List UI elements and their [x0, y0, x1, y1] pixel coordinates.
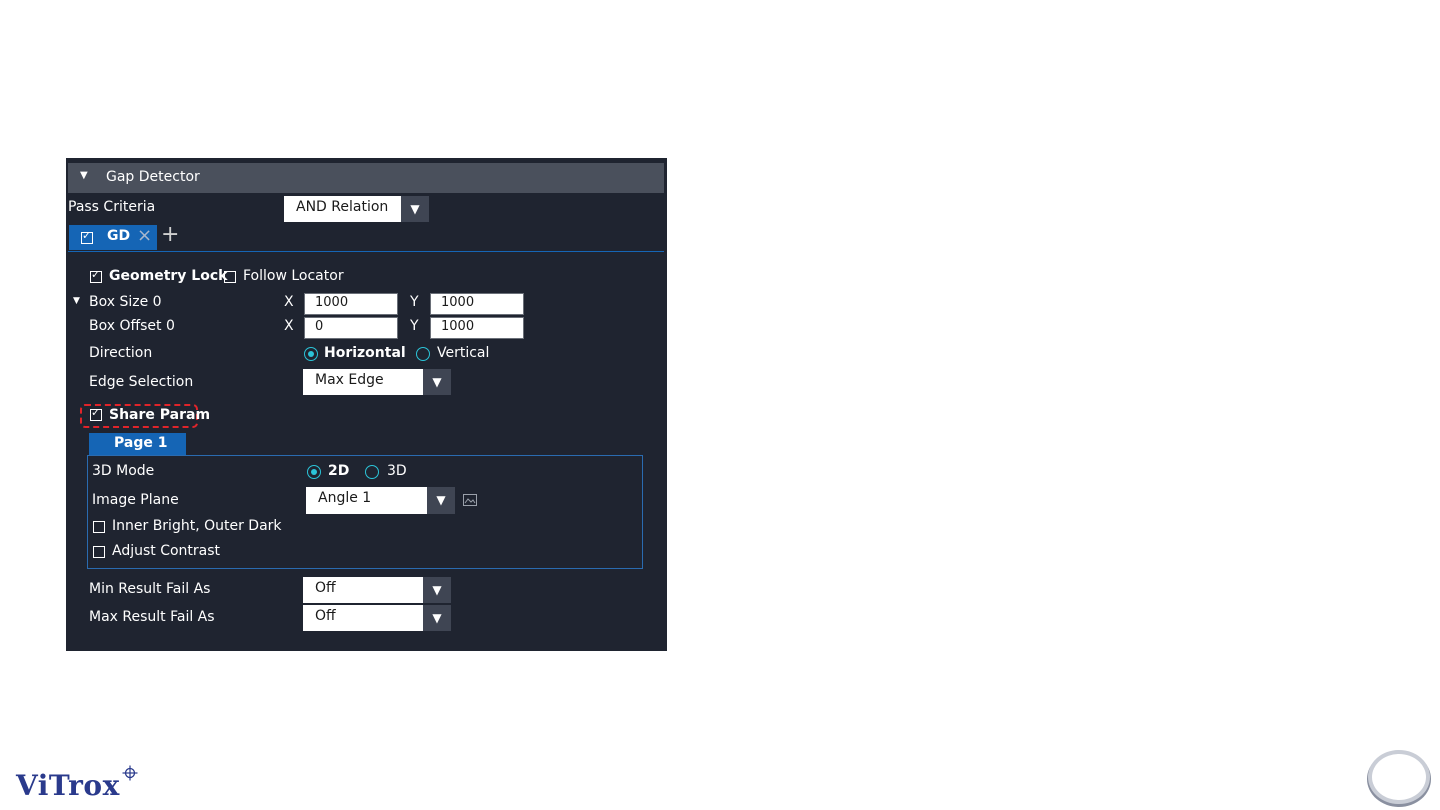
- share-param-checkbox[interactable]: [90, 406, 102, 421]
- box-offset-x-input[interactable]: 0: [304, 317, 398, 339]
- adjust-contrast-checkbox[interactable]: [93, 546, 105, 558]
- direction-vertical-label: Vertical: [437, 345, 490, 361]
- geometry-lock-checkbox[interactable]: [90, 268, 102, 283]
- direction-horizontal-radio[interactable]: [304, 347, 318, 361]
- box-size-y-label: Y: [410, 294, 419, 310]
- vitrox-logo: ViTrox: [16, 765, 138, 802]
- geometry-lock-label: Geometry Lock: [109, 268, 228, 284]
- section-title: Gap Detector: [106, 169, 200, 185]
- mode-2d-label: 2D: [328, 463, 350, 479]
- box-offset-x-label: X: [284, 318, 294, 334]
- direction-horizontal-label: Horizontal: [324, 345, 406, 361]
- follow-locator-checkbox[interactable]: [224, 271, 236, 283]
- max-result-dropdown[interactable]: Off ▼: [303, 605, 451, 631]
- image-plane-value: Angle 1: [318, 490, 372, 506]
- add-tab-icon[interactable]: +: [161, 222, 179, 247]
- slide-circle-icon: [1367, 750, 1431, 807]
- max-result-value: Off: [315, 608, 336, 624]
- min-result-label: Min Result Fail As: [89, 581, 211, 597]
- tab-gd-label: GD: [107, 228, 131, 244]
- chevron-down-icon: ▼: [427, 487, 455, 514]
- image-plane-dropdown[interactable]: Angle 1 ▼: [306, 487, 455, 514]
- inner-bright-checkbox[interactable]: [93, 521, 105, 533]
- chevron-down-icon: ▼: [423, 577, 451, 603]
- direction-label: Direction: [89, 345, 153, 361]
- pass-criteria-value: AND Relation: [296, 199, 389, 215]
- box-offset-label: Box Offset 0: [89, 318, 175, 334]
- chevron-down-icon: ▼: [401, 196, 429, 222]
- image-preview-icon[interactable]: [463, 494, 477, 506]
- edge-selection-value: Max Edge: [315, 372, 384, 388]
- box-offset-y-label: Y: [410, 318, 419, 334]
- mode-3d-radio[interactable]: [365, 465, 379, 479]
- pass-criteria-dropdown[interactable]: AND Relation ▼: [284, 196, 429, 222]
- logo-crosshair-icon: [122, 765, 138, 781]
- follow-locator-label: Follow Locator: [243, 268, 344, 284]
- box-size-x-input[interactable]: 1000: [304, 293, 398, 315]
- direction-vertical-radio[interactable]: [416, 347, 430, 361]
- edge-selection-label: Edge Selection: [89, 374, 194, 390]
- min-result-dropdown[interactable]: Off ▼: [303, 577, 451, 603]
- logo-text: ViTrox: [16, 769, 120, 802]
- section-header-gap-detector[interactable]: ▼ Gap Detector: [68, 163, 664, 193]
- tab-strip: GD × +: [68, 222, 664, 252]
- min-result-value: Off: [315, 580, 336, 596]
- max-result-label: Max Result Fail As: [89, 609, 215, 625]
- box-size-x-label: X: [284, 294, 294, 310]
- box-offset-x-value: 0: [315, 319, 324, 334]
- share-param-label: Share Param: [109, 407, 211, 423]
- box-size-x-value: 1000: [315, 295, 349, 310]
- mode-3d-label: 3D: [387, 463, 407, 479]
- expand-triangle-icon[interactable]: ▼: [73, 296, 80, 306]
- mode-2d-radio[interactable]: [307, 465, 321, 479]
- collapse-triangle-icon[interactable]: ▼: [80, 170, 88, 181]
- tab-gd-checkbox[interactable]: [81, 229, 93, 244]
- edge-selection-dropdown[interactable]: Max Edge ▼: [303, 369, 451, 395]
- tab-page-1-label: Page 1: [114, 435, 168, 451]
- close-icon[interactable]: ×: [137, 225, 152, 246]
- tab-page-1[interactable]: Page 1: [89, 433, 186, 455]
- image-plane-label: Image Plane: [92, 492, 179, 508]
- 3d-mode-label: 3D Mode: [92, 463, 155, 479]
- inner-bright-label: Inner Bright, Outer Dark: [112, 518, 282, 534]
- box-offset-y-input[interactable]: 1000: [430, 317, 524, 339]
- tab-gd[interactable]: GD ×: [69, 225, 157, 250]
- box-size-y-value: 1000: [441, 295, 475, 310]
- pass-criteria-label: Pass Criteria: [68, 199, 156, 215]
- chevron-down-icon: ▼: [423, 605, 451, 631]
- box-size-label: Box Size 0: [89, 294, 162, 310]
- adjust-contrast-label: Adjust Contrast: [112, 543, 221, 559]
- box-offset-y-value: 1000: [441, 319, 475, 334]
- box-size-y-input[interactable]: 1000: [430, 293, 524, 315]
- chevron-down-icon: ▼: [423, 369, 451, 395]
- properties-panel: ▼ Gap Detector Pass Criteria AND Relatio…: [66, 158, 667, 651]
